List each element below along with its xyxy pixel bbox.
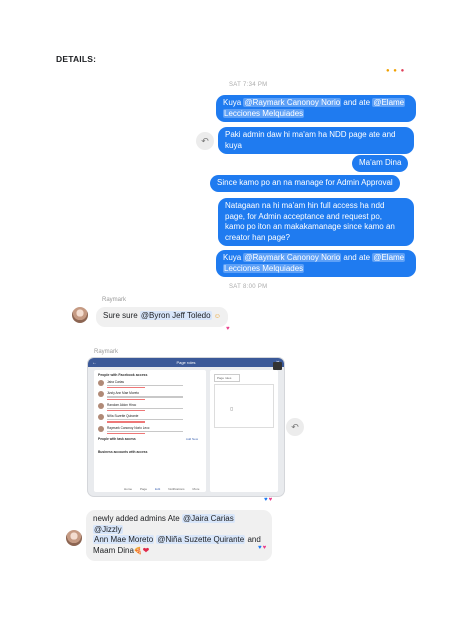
mention[interactable]: @Jizzly (93, 524, 123, 534)
avatar (98, 391, 104, 398)
screenshot-person-row: Jizzly Ann Mae Moreto (98, 391, 202, 400)
mention[interactable]: @Raymark Canonoy Norio (243, 98, 342, 107)
avatar (98, 380, 104, 386)
screenshot-person-row: Random Aldon Hiroc (98, 402, 202, 412)
heart-icon: ❤ (142, 545, 150, 555)
outgoing-message[interactable]: Natagaan na hi ma'am hin full access ha … (218, 198, 414, 246)
mention[interactable]: Lecciones Melquiades (223, 263, 305, 273)
outgoing-message[interactable]: Since kamo po an na manage for Admin App… (210, 175, 400, 192)
reaction-icon: ● ● (386, 68, 398, 74)
share-icon[interactable]: ↶ (286, 418, 304, 436)
screenshot-corner (273, 362, 282, 370)
reaction-icon: ● (400, 68, 406, 74)
pizza-emoji: 🍕 (133, 547, 143, 555)
mention[interactable]: Lecciones Melquiades (223, 108, 305, 118)
mention[interactable]: @Elame (372, 253, 406, 262)
screenshot-title: Page roles (176, 360, 196, 365)
back-arrow-icon: ← (92, 359, 97, 366)
document-heading: DETAILS: (56, 54, 97, 64)
incoming-message[interactable]: Sure sure @Byron Jeff Toledo ☺ (96, 307, 228, 327)
mention[interactable]: @Jaira Carias (181, 514, 235, 523)
heart-icon: ♥ (268, 497, 274, 503)
timestamp: SAT 7:34 PM (229, 82, 268, 88)
mention[interactable]: @Niña Suzette Quirante (156, 535, 246, 544)
top-reactions: ● ● ● (386, 68, 405, 74)
timestamp: SAT 8:00 PM (229, 284, 268, 290)
outgoing-message[interactable]: Ma'am Dina (352, 155, 409, 172)
screenshot-person-row: Jaira Carias (98, 380, 202, 389)
screenshot-panel-header: People with Facebook access (98, 373, 148, 377)
avatar (98, 425, 104, 432)
heart-icon: ♥ (226, 326, 231, 332)
reaction-icon: ♥♥ (258, 545, 267, 551)
share-icon[interactable]: ↶ (196, 132, 214, 150)
screenshot-panel: People with Facebook access Jaira Carias… (94, 370, 206, 492)
avatar (98, 414, 104, 421)
screenshot-card (214, 384, 274, 428)
reaction-icon: ♥♥ (264, 497, 273, 503)
mention[interactable]: @Elame (372, 98, 406, 107)
outgoing-message[interactable]: Paki admin daw hi ma'am ha NDD page ate … (218, 127, 414, 154)
screenshot-subheader: Business accounts with access (98, 449, 148, 454)
mention[interactable]: Ann Mae Moreto (93, 535, 155, 544)
screenshot-person-row: Raymark Canonoy Norio Lecc (98, 425, 202, 434)
incoming-message[interactable]: newly added admins Ate @Jaira Carias @Ji… (86, 510, 272, 561)
outgoing-message[interactable]: Kuya @Raymark Canonoy Norio and ate @Ela… (216, 95, 416, 122)
mention[interactable]: @Raymark Canonoy Norio (243, 253, 342, 262)
screenshot-title-bar: ← Page roles ✕ (88, 358, 284, 367)
shared-screenshot[interactable]: ← Page roles ✕ People with Facebook acce… (88, 358, 284, 496)
screenshot-side-panel: Page roles ◻ (210, 370, 278, 492)
sender-name: Raymark (94, 349, 119, 355)
avatar[interactable] (72, 307, 88, 323)
smile-emoji: ☺ (213, 313, 221, 320)
avatar (98, 402, 104, 409)
avatar[interactable] (66, 530, 82, 546)
outgoing-message[interactable]: Kuya @Raymark Canonoy Norio and ate @Ela… (216, 250, 416, 277)
screenshot-link: Add New (185, 436, 198, 441)
sender-name: Raymark (102, 297, 127, 303)
screenshot-icon: ◻ (230, 406, 234, 411)
heart-icon: ♥ (262, 545, 268, 551)
reaction-icon: ♥ (226, 326, 231, 332)
screenshot-tabs: Home Page Edit Notifications More (124, 487, 200, 491)
mention[interactable]: @Byron Jeff Toledo (139, 311, 212, 320)
screenshot-person-row: Niña Suzette Quirante (98, 414, 202, 423)
screenshot-select: Page roles (214, 374, 240, 382)
